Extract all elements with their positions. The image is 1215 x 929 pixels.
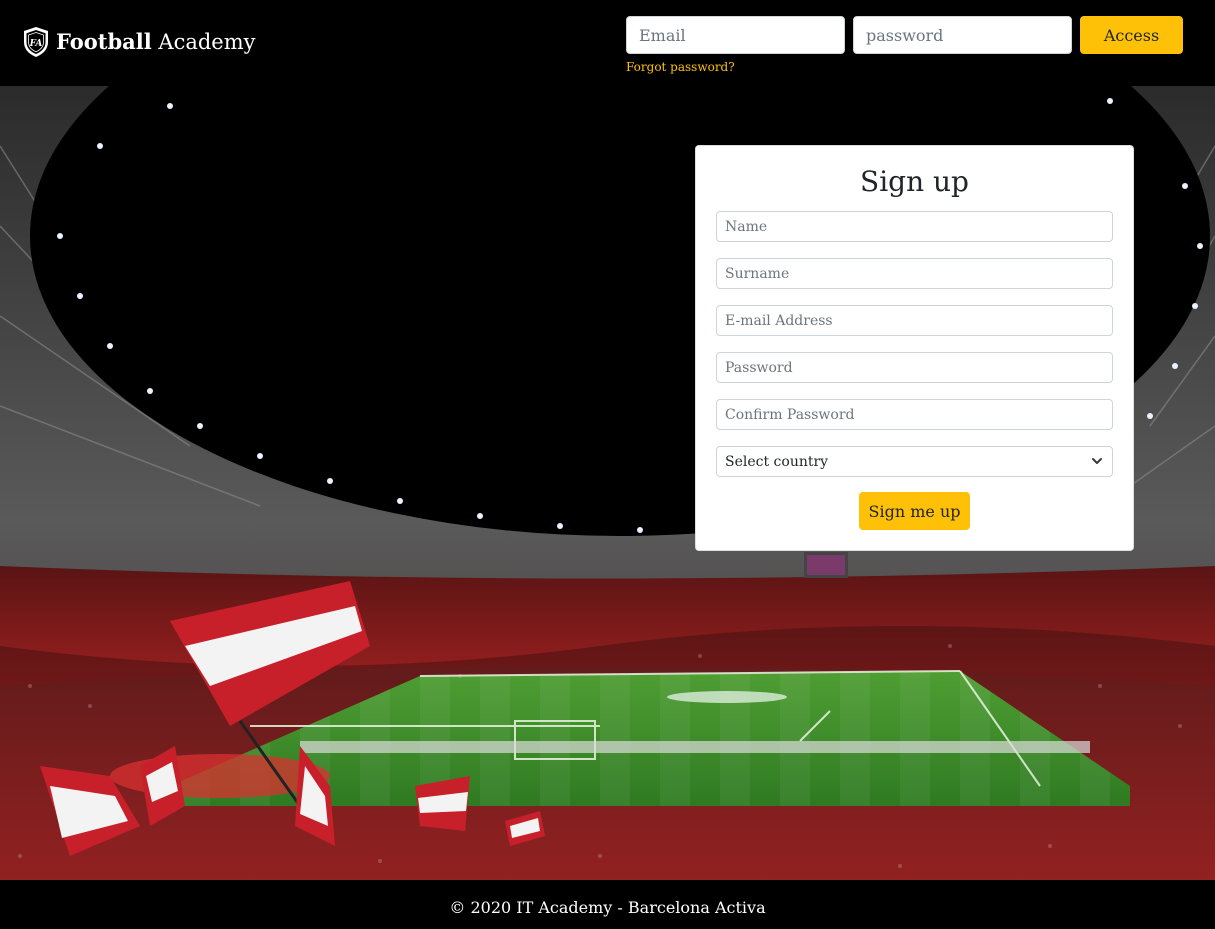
brand-name-bold: Football xyxy=(56,29,152,54)
navbar: FA Football Academy Access Forgot passwo… xyxy=(0,0,1215,86)
surname-field[interactable] xyxy=(716,258,1113,289)
brand-link[interactable]: FA Football Academy xyxy=(22,26,256,58)
shield-logo-icon: FA xyxy=(24,27,48,57)
logo-monogram: FA xyxy=(29,39,43,49)
email-address-field[interactable] xyxy=(716,305,1113,336)
brand-name-light: Academy xyxy=(151,30,256,54)
forgot-password-link[interactable]: Forgot password? xyxy=(626,60,735,74)
country-select[interactable]: Select country xyxy=(716,446,1113,477)
confirm-password-field[interactable] xyxy=(716,399,1113,430)
page: FA Football Academy Access Forgot passwo… xyxy=(0,0,1215,929)
signup-title: Sign up xyxy=(860,165,969,198)
brand-name: Football Academy xyxy=(56,28,256,56)
footer-copyright: © 2020 IT Academy - Barcelona Activa xyxy=(449,898,766,917)
country-select-wrapper: Select country xyxy=(716,446,1113,477)
access-button[interactable]: Access xyxy=(1080,16,1183,54)
login-email-input[interactable] xyxy=(626,16,845,54)
login-password-input[interactable] xyxy=(853,16,1072,54)
footer: © 2020 IT Academy - Barcelona Activa xyxy=(0,880,1215,929)
signup-card: Sign up Select country Sign me up xyxy=(695,145,1134,551)
password-field[interactable] xyxy=(716,352,1113,383)
name-field[interactable] xyxy=(716,211,1113,242)
sign-me-up-button[interactable]: Sign me up xyxy=(859,492,970,530)
